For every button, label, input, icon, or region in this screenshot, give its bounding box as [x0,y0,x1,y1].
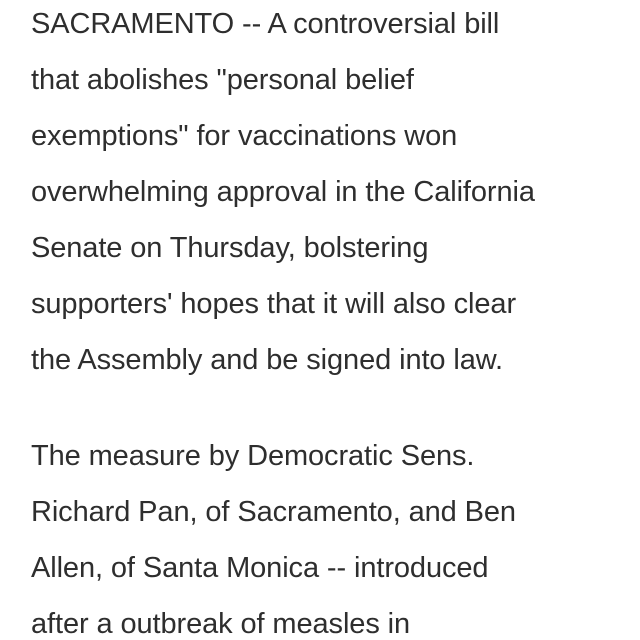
article-line: Senate on Thursday, bolstering [31,232,429,264]
article-line: The measure by Democratic Sens. [31,440,475,472]
article-line: Allen, of Santa Monica -- introduced [31,552,489,584]
article-paragraph-2: The measure by Democratic Sens. Richard … [31,428,516,640]
article-line: supporters' hopes that it will also clea… [31,288,517,320]
article-page: SACRAMENTO -- A controversial bill that … [0,0,640,640]
article-line: the Assembly and be signed into law. [31,344,503,376]
article-paragraph-1: SACRAMENTO -- A controversial bill that … [31,0,535,388]
article-line: overwhelming approval in the California [31,176,535,208]
article-line: Richard Pan, of Sacramento, and Ben [31,496,516,528]
article-line: SACRAMENTO -- A controversial bill [31,8,500,40]
article-line: that abolishes "personal belief [31,64,414,96]
article-line: exemptions" for vaccinations won [31,120,458,152]
article-line: after a outbreak of measles in [31,608,411,640]
